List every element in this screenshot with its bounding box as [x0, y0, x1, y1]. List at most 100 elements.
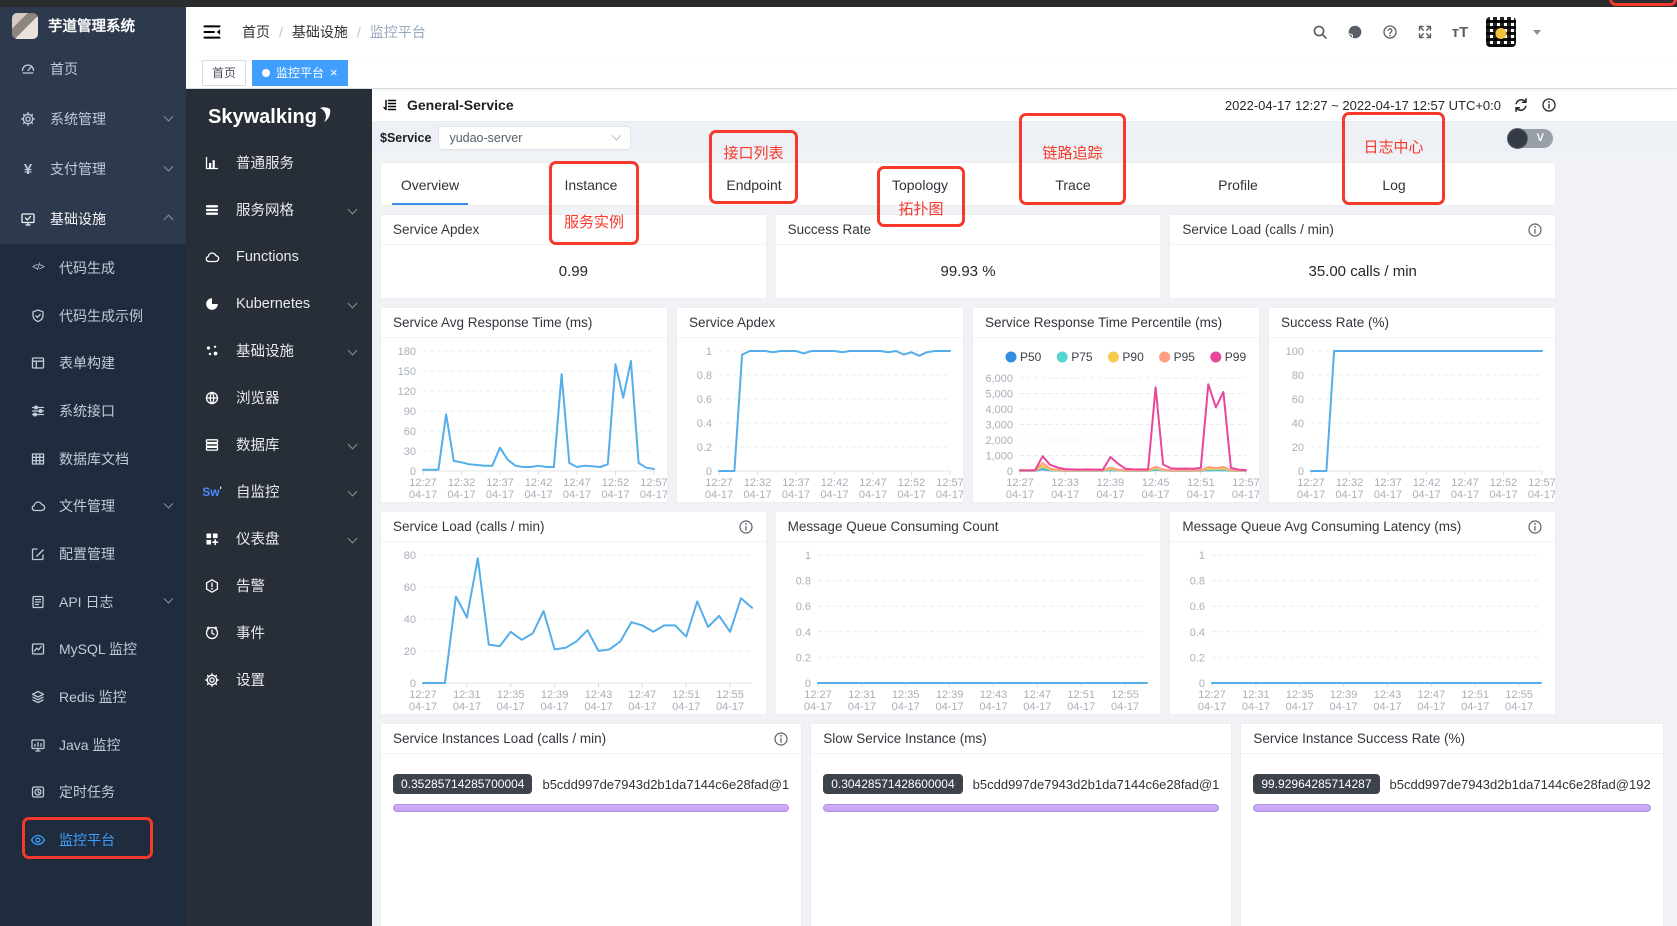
- sidebar-item-database-doc[interactable]: 数据库文档: [0, 435, 186, 483]
- sidebar-item-payment-management[interactable]: ¥ 支付管理: [0, 144, 186, 194]
- instance-id[interactable]: b5cdd997de7943d2b1da7144c6e28fad@192: [1390, 777, 1651, 792]
- info-icon[interactable]: [1541, 97, 1557, 113]
- sw-sidebar-item-self-observability[interactable]: Swʹ 自监控: [186, 468, 372, 515]
- sidebar-item-code-generation[interactable]: </> 代码生成: [0, 244, 186, 292]
- breadcrumb-infrastructure[interactable]: 基础设施: [292, 22, 348, 42]
- sidebar-item-file-management[interactable]: 文件管理: [0, 482, 186, 530]
- fullscreen-icon[interactable]: [1416, 23, 1434, 41]
- sidebar-item-system-management[interactable]: 系统管理: [0, 94, 186, 144]
- svg-text:12:27: 12:27: [409, 689, 437, 701]
- sw-sidebar-item-infrastructure[interactable]: 基础设施: [186, 327, 372, 374]
- svg-text:12:52: 12:52: [1490, 477, 1518, 489]
- sw-sidebar-item-dashboards[interactable]: 仪表盘: [186, 515, 372, 562]
- instance-id[interactable]: b5cdd997de7943d2b1da7144c6e28fad@1: [973, 777, 1220, 792]
- sidebar-collapse-icon[interactable]: [202, 22, 222, 42]
- user-avatar[interactable]: [1486, 17, 1516, 47]
- search-icon[interactable]: [1311, 23, 1329, 41]
- sw-sidebar-item-service-mesh[interactable]: 服务网格: [186, 186, 372, 233]
- svg-text:P99: P99: [1225, 350, 1247, 364]
- tab-profile[interactable]: Profile: [1218, 163, 1258, 207]
- tab-instance[interactable]: Instance: [565, 163, 618, 207]
- svg-text:0.8: 0.8: [1190, 576, 1205, 588]
- instance-id[interactable]: b5cdd997de7943d2b1da7144c6e28fad@1: [542, 777, 789, 792]
- svg-text:04-17: 04-17: [1489, 489, 1517, 501]
- app-logo-row[interactable]: 芋道管理系统: [0, 7, 186, 44]
- svg-text:P95: P95: [1174, 350, 1196, 364]
- sw-sidebar-item-events[interactable]: 事件: [186, 609, 372, 656]
- chevron-down-icon[interactable]: [1533, 29, 1541, 35]
- svg-text:04-17: 04-17: [1418, 701, 1446, 713]
- sw-sidebar-item-alerting[interactable]: 告警: [186, 562, 372, 609]
- info-icon[interactable]: [1527, 222, 1543, 238]
- sw-icon: Swʹ: [202, 484, 222, 499]
- sidebar-item-scheduled-task[interactable]: 定时任务: [0, 769, 186, 817]
- skywalking-logo: Skywalking: [186, 89, 372, 139]
- svg-text:04-17: 04-17: [1335, 489, 1363, 501]
- svg-text:12:42: 12:42: [1413, 477, 1441, 489]
- service-select[interactable]: yudao-server: [438, 126, 632, 150]
- time-range-text[interactable]: 2022-04-17 12:27 ~ 2022-04-17 12:57 UTC+…: [1225, 98, 1501, 113]
- tag-label: 首页: [212, 66, 237, 80]
- sidebar-item-java-monitor[interactable]: Java 监控: [0, 721, 186, 769]
- chevron-down-icon: [347, 533, 358, 544]
- font-size-icon[interactable]: тT: [1451, 23, 1469, 41]
- sidebar-item-mysql-monitor[interactable]: MySQL 监控: [0, 626, 186, 674]
- tag-home[interactable]: 首页: [202, 59, 247, 86]
- time-range-controls: 2022-04-17 12:27 ~ 2022-04-17 12:57 UTC+…: [1225, 97, 1557, 113]
- tab-endpoint[interactable]: Endpoint: [726, 163, 781, 207]
- info-icon[interactable]: [1527, 519, 1543, 535]
- svg-text:20: 20: [404, 646, 416, 658]
- sw-sidebar-item-settings[interactable]: 设置: [186, 656, 372, 703]
- svg-text:04-17: 04-17: [891, 701, 919, 713]
- tag-monitor-platform[interactable]: 监控平台 ×: [252, 59, 348, 86]
- chart-row-1: Service Avg Response Time (ms) 0 30 60 90 12…: [380, 307, 1556, 503]
- info-icon[interactable]: [738, 519, 754, 535]
- svg-text:04-17: 04-17: [447, 489, 475, 501]
- panel-collapse-icon[interactable]: [382, 97, 398, 113]
- svg-text:4,000: 4,000: [985, 404, 1013, 416]
- sidebar-item-redis-monitor[interactable]: Redis 监控: [0, 673, 186, 721]
- svg-text:0.6: 0.6: [795, 601, 810, 613]
- sidebar-item-form-builder[interactable]: 表单构建: [0, 339, 186, 387]
- svg-text:6,000: 6,000: [985, 373, 1013, 385]
- sidebar-item-system-api[interactable]: 系统接口: [0, 387, 186, 435]
- sw-item-label: 基础设施: [236, 344, 294, 360]
- sidebar-item-home[interactable]: 首页: [0, 44, 186, 94]
- svg-text:04-17: 04-17: [1006, 489, 1034, 501]
- tab-overview[interactable]: Overview: [401, 163, 459, 207]
- breadcrumb-home[interactable]: 首页: [242, 22, 270, 42]
- svg-text:04-17: 04-17: [409, 701, 437, 713]
- sw-sidebar-item-kubernetes[interactable]: Kubernetes: [186, 280, 372, 327]
- github-icon[interactable]: [1346, 23, 1364, 41]
- svg-text:12:43: 12:43: [979, 689, 1007, 701]
- sw-sidebar-item-general-service[interactable]: 普通服务: [186, 139, 372, 186]
- refresh-icon[interactable]: [1513, 97, 1529, 113]
- tab-topology[interactable]: Topology: [892, 163, 948, 207]
- sw-item-label: 自监控: [236, 485, 280, 501]
- sidebar-item-infrastructure[interactable]: 基础设施: [0, 194, 186, 244]
- svg-text:12:47: 12:47: [859, 477, 887, 489]
- svg-text:120: 120: [398, 386, 416, 398]
- sw-sidebar-item-browser[interactable]: 浏览器: [186, 374, 372, 421]
- app-logo-avatar: [12, 12, 38, 39]
- svg-text:0.4: 0.4: [1190, 627, 1205, 639]
- sidebar-item-code-generation-example[interactable]: 代码生成示例: [0, 292, 186, 340]
- tab-log[interactable]: Log: [1382, 163, 1405, 207]
- sidebar-item-monitor-platform[interactable]: 监控平台: [0, 816, 186, 864]
- info-icon[interactable]: [773, 731, 789, 747]
- close-icon[interactable]: ×: [330, 66, 338, 79]
- sw-sidebar-item-functions[interactable]: Functions: [186, 233, 372, 280]
- service-filter-label: $Service: [380, 131, 432, 145]
- sidebar-item-config-management[interactable]: 配置管理: [0, 530, 186, 578]
- service-select-value: yudao-server: [449, 131, 523, 145]
- svg-text:04-17: 04-17: [743, 489, 771, 501]
- svg-text:60: 60: [1292, 394, 1304, 406]
- sw-sidebar-item-database[interactable]: 数据库: [186, 421, 372, 468]
- sidebar-item-api-log[interactable]: API 日志: [0, 578, 186, 626]
- view-toggle[interactable]: V: [1507, 127, 1553, 149]
- metric-card-title: Service Load (calls / min): [1170, 215, 1556, 245]
- metric-card-title: Service Apdex: [381, 215, 766, 245]
- help-icon[interactable]: [1381, 23, 1399, 41]
- tab-trace[interactable]: Trace: [1055, 163, 1090, 207]
- svg-text:12:57: 12:57: [1528, 477, 1555, 489]
